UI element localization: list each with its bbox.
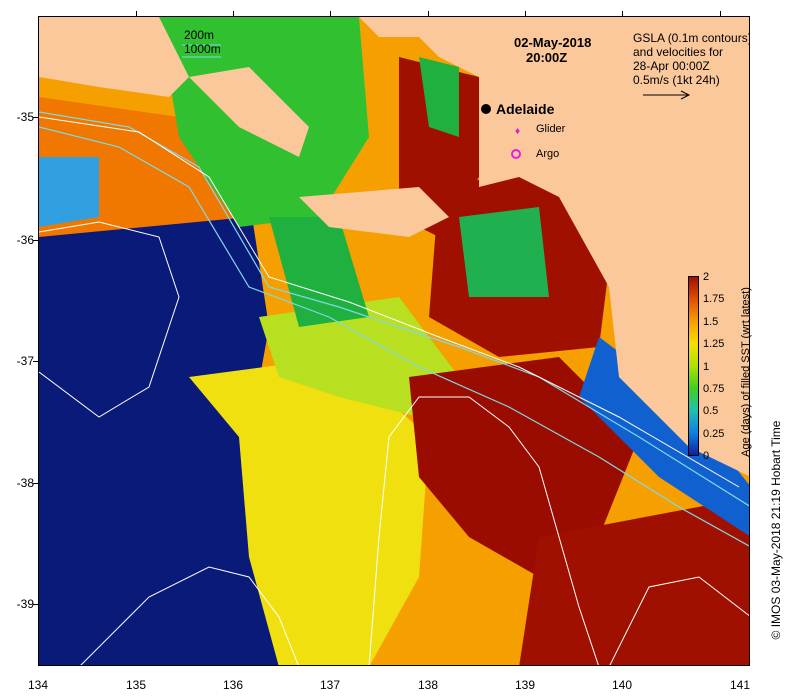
x-tick-mark: [136, 11, 137, 16]
x-tick-label: 135: [125, 678, 147, 692]
y-tick-label: -39: [16, 597, 34, 611]
x-tick-label: 138: [417, 678, 439, 692]
gsla-legend-line2: and velocities for: [633, 45, 724, 59]
colorbar-title: Age (days) of filled SST (wrt latest): [740, 287, 752, 457]
map-canvas: ♦: [39, 17, 749, 665]
gsla-legend-line1: GSLA (0.1m contours): [633, 31, 750, 45]
colorbar-tick-label: 1.25: [703, 338, 725, 350]
colorbar-tick-label: 2: [703, 271, 710, 283]
x-tick-mark: [622, 11, 623, 16]
gsla-legend-line4: 0.5m/s (1kt 24h): [633, 73, 720, 87]
colorbar-tick-label: 0.25: [703, 428, 725, 440]
colorbar: [688, 276, 699, 456]
x-tick-label: 139: [514, 678, 536, 692]
colorbar-tick-label: 0.75: [703, 383, 725, 395]
colorbar-tick-label: 1: [703, 361, 710, 373]
colorbar-tick-label: 1.75: [703, 293, 725, 305]
colorbar-tick-label: 0.5: [703, 405, 719, 417]
y-tick-label: -38: [16, 476, 34, 490]
x-tick-mark: [720, 11, 721, 16]
contour-1000-label: 1000m: [184, 42, 221, 56]
x-tick-mark: [233, 11, 234, 16]
glider-label: Glider: [536, 123, 566, 135]
contour-200-label: 200m: [184, 28, 215, 42]
colorbar-tick-label: 1.5: [703, 316, 719, 328]
x-tick-label: 137: [319, 678, 341, 692]
city-label-adelaide: Adelaide: [496, 101, 555, 117]
x-tick-mark: [428, 11, 429, 16]
y-tick-mark: [33, 604, 38, 605]
y-tick-mark: [33, 240, 38, 241]
x-tick-mark: [525, 11, 526, 16]
y-tick-mark: [33, 483, 38, 484]
gsla-legend-line3: 28-Apr 00:00Z: [633, 59, 710, 73]
x-tick-label: 136: [222, 678, 244, 692]
map-time: 20:00Z: [526, 50, 568, 65]
x-tick-mark: [330, 11, 331, 16]
x-tick-label: 134: [27, 678, 49, 692]
y-tick-label: -37: [16, 354, 34, 368]
x-tick-label: 141: [729, 678, 751, 692]
glider-marker: ♦: [515, 126, 520, 137]
cyan-patch: [39, 157, 99, 227]
y-tick-mark: [33, 117, 38, 118]
credit-label: © IMOS 03-May-2018 21:19 Hobart Time: [769, 420, 783, 640]
map-date: 02-May-2018: [514, 35, 592, 50]
y-tick-label: -35: [16, 110, 34, 124]
y-tick-mark: [33, 361, 38, 362]
y-tick-label: -36: [16, 233, 34, 247]
colorbar-tick-label: 0: [703, 450, 710, 462]
argo-label: Argo: [536, 148, 560, 160]
sst-map: ♦ 200m 1000m 02-May-2018 20:00Z GSLA (0.…: [38, 16, 750, 666]
x-tick-label: 140: [611, 678, 633, 692]
lake-green: [459, 207, 549, 297]
adelaide-marker: [481, 104, 491, 114]
